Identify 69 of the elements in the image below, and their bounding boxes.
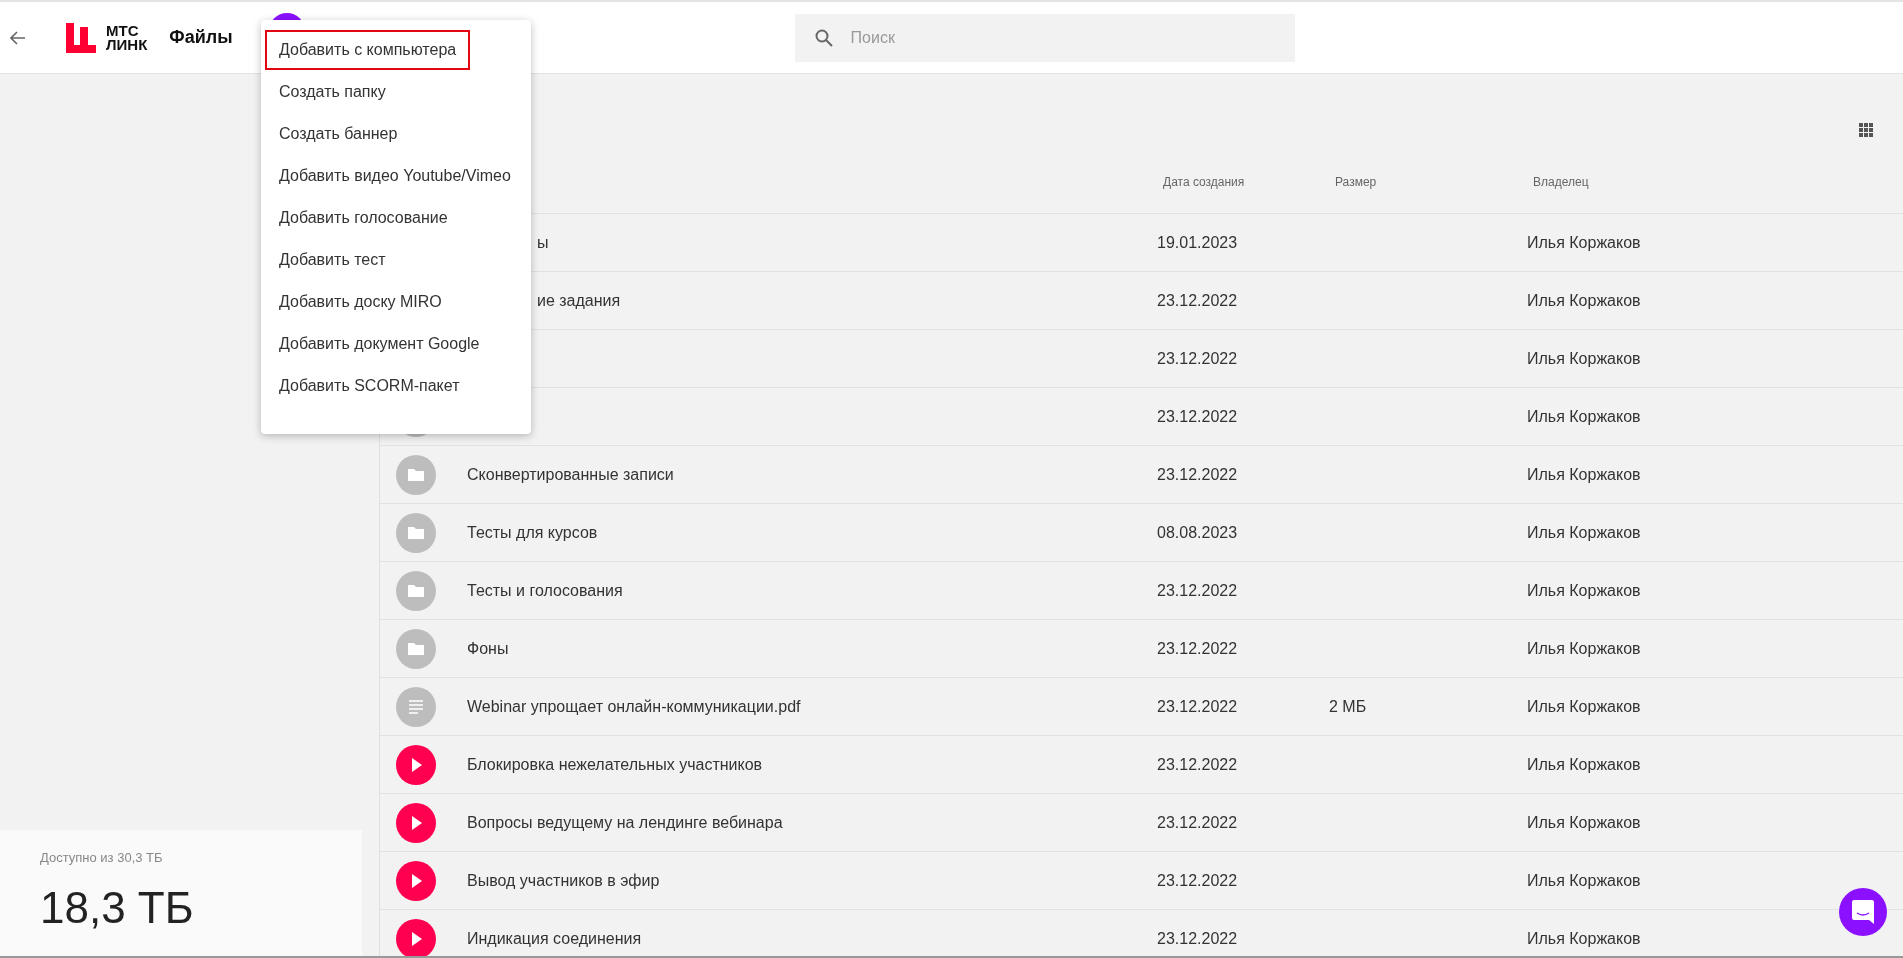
file-name: Фоны xyxy=(467,639,509,657)
created-date: 08.08.2023 xyxy=(1157,523,1238,541)
file-name: Тесты для курсов xyxy=(467,523,598,541)
created-date: 23.12.2022 xyxy=(1157,813,1238,831)
menu-item[interactable]: Добавить с компьютера xyxy=(265,30,471,70)
created-date: 23.12.2022 xyxy=(1157,407,1238,425)
owner-name: Илья Коржаков xyxy=(1527,291,1641,309)
owner-name: Илья Коржаков xyxy=(1527,523,1641,541)
play-icon xyxy=(396,802,436,843)
page-title: Файлы xyxy=(169,27,233,48)
storage-available: 18,3 ТБ xyxy=(40,883,195,933)
created-date: 23.12.2022 xyxy=(1157,291,1238,309)
menu-item[interactable]: Добавить тест xyxy=(265,240,400,280)
menu-item[interactable]: Создать баннер xyxy=(265,114,412,154)
column-header[interactable]: Дата создания xyxy=(1163,174,1245,189)
created-date: 23.12.2022 xyxy=(1157,639,1238,657)
menu-item[interactable]: Добавить SCORM-пакет xyxy=(265,366,474,406)
created-date: 23.12.2022 xyxy=(1157,697,1238,715)
folder-icon xyxy=(396,454,436,495)
play-icon xyxy=(396,918,436,956)
owner-name: Илья Коржаков xyxy=(1527,465,1641,483)
logo-mark-icon xyxy=(66,22,96,53)
search-field[interactable]: Поиск xyxy=(794,13,1295,62)
owner-name: Илья Коржаков xyxy=(1527,871,1641,889)
play-icon xyxy=(396,744,436,785)
file-name: Webinar упрощает онлайн-коммуникации.pdf xyxy=(467,697,801,715)
owner-name: Илья Коржаков xyxy=(1527,407,1641,425)
owner-name: Илья Коржаков xyxy=(1527,581,1641,599)
grid-view-icon[interactable] xyxy=(1859,123,1873,137)
owner-name: Илья Коржаков xyxy=(1527,929,1641,947)
created-date: 23.12.2022 xyxy=(1157,465,1238,483)
folder-icon xyxy=(396,628,436,669)
logo-text: МТС ЛИНК xyxy=(106,23,148,52)
file-name: Индикация соединения xyxy=(467,929,642,947)
file-name: Тесты и голосования xyxy=(467,581,623,599)
created-date: 23.12.2022 xyxy=(1157,349,1238,367)
owner-name: Илья Коржаков xyxy=(1527,755,1641,773)
menu-item[interactable]: Добавить доску MIRO xyxy=(265,282,456,322)
file-size: 2 МБ xyxy=(1329,697,1367,715)
menu-item[interactable]: Добавить голосование xyxy=(265,198,462,238)
created-date: 19.01.2023 xyxy=(1157,233,1238,251)
owner-name: Илья Коржаков xyxy=(1527,349,1641,367)
owner-name: Илья Коржаков xyxy=(1527,813,1641,831)
chat-icon xyxy=(1852,900,1874,924)
folder-icon xyxy=(396,512,436,553)
created-date: 23.12.2022 xyxy=(1157,929,1238,947)
owner-name: Илья Коржаков xyxy=(1527,639,1641,657)
folder-icon xyxy=(396,570,436,611)
file-name: Блокировка нежелательных участников xyxy=(467,755,763,773)
document-icon xyxy=(396,686,436,727)
file-name: ы xyxy=(537,233,549,251)
storage-caption: Доступно из 30,3 ТБ xyxy=(40,850,164,865)
owner-name: Илья Коржаков xyxy=(1527,233,1641,251)
file-name: ие задания xyxy=(537,291,621,309)
file-name: Сконвертированные записи xyxy=(467,465,674,483)
owner-name: Илья Коржаков xyxy=(1527,697,1641,715)
file-name: Вывод участников в эфир xyxy=(467,871,660,889)
menu-item[interactable]: Создать папку xyxy=(265,72,400,112)
created-date: 23.12.2022 xyxy=(1157,581,1238,599)
menu-item[interactable]: Добавить документ Google xyxy=(265,324,494,364)
created-date: 23.12.2022 xyxy=(1157,871,1238,889)
column-header[interactable]: Размер xyxy=(1335,174,1377,189)
search-icon xyxy=(814,28,833,47)
file-name: Вопросы ведущему на лендинге вебинара xyxy=(467,813,783,831)
chat-button[interactable] xyxy=(1839,888,1887,936)
play-icon xyxy=(396,860,436,901)
menu-item[interactable]: Добавить видео Youtube/Vimeo xyxy=(265,156,525,196)
created-date: 23.12.2022 xyxy=(1157,755,1238,773)
column-header[interactable]: Владелец xyxy=(1533,174,1589,189)
